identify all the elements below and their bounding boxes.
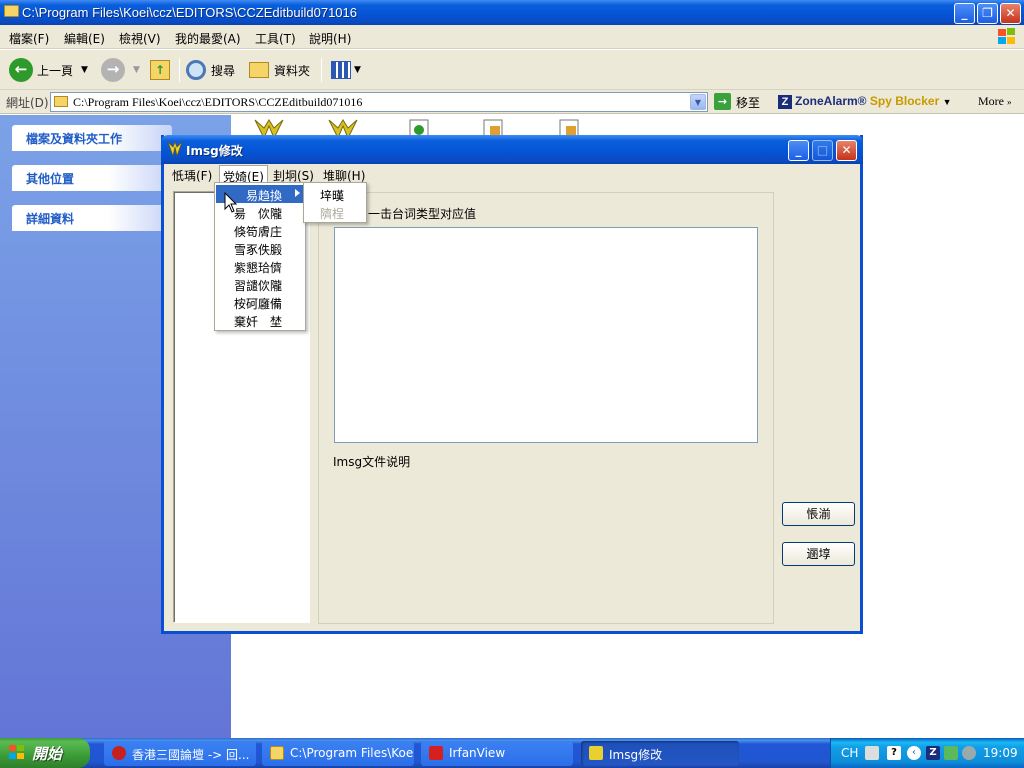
go-button[interactable]: 移至: [736, 94, 760, 111]
volume-icon[interactable]: [962, 746, 976, 760]
value-textarea[interactable]: [334, 227, 758, 443]
address-value: C:\Program Files\Koei\ccz\EDITORS\CCZEdi…: [73, 95, 363, 109]
dialog-menu-search[interactable]: 刲坰(S): [270, 165, 317, 183]
address-input[interactable]: C:\Program Files\Koei\ccz\EDITORS\CCZEdi…: [50, 92, 708, 112]
taskpane-details[interactable]: 詳細資料: [12, 205, 172, 231]
taskbar: 開始 香港三國論壇 -> 回... C:\Program Files\Koei\…: [0, 738, 1024, 768]
menu-item[interactable]: 倏笱膚庄: [216, 221, 304, 239]
up-folder-icon: ↑: [150, 60, 170, 80]
select-button[interactable]: 逦埻: [782, 542, 855, 566]
show-hidden-icons-icon[interactable]: ‹: [907, 746, 921, 760]
submenu: 垶暵 隮桯: [303, 182, 367, 223]
address-dropdown-button[interactable]: ▼: [690, 94, 706, 110]
menu-item[interactable]: 桉砢廱備: [216, 293, 304, 311]
folders-button[interactable]: 資料夾: [249, 57, 310, 83]
task-explorer[interactable]: C:\Program Files\Koei\...: [262, 741, 414, 766]
submenu-arrow-icon: [295, 189, 300, 197]
start-button[interactable]: 開始: [0, 738, 90, 768]
menu-edit[interactable]: 編輯(E): [64, 30, 105, 47]
menu-item[interactable]: 雪豖佚腶: [216, 239, 304, 257]
folders-icon: [249, 62, 269, 78]
dialog-title: Imsg修改: [186, 144, 243, 158]
views-button[interactable]: ▼: [331, 57, 361, 83]
chevron-down-icon: ▼: [133, 65, 140, 75]
restore-button[interactable]: ❐: [977, 3, 998, 24]
chevron-down-icon: ▼: [354, 65, 361, 75]
chevron-down-icon: ▼: [942, 97, 952, 107]
address-label: 網址(D): [6, 96, 49, 110]
dialog-menu-file[interactable]: 忯瑀(F): [169, 165, 215, 183]
menu-item[interactable]: 棄奷 埜: [216, 311, 304, 329]
task-irfanview[interactable]: IrfanView: [421, 741, 573, 766]
menu-file[interactable]: 檔案(F): [9, 30, 49, 47]
dialog-menu-bar: 忯瑀(F) 党婍(E) 刲坰(S) 堆聊(H): [164, 164, 860, 184]
dialog-maximize-button: □: [812, 140, 833, 161]
group-label: 一击台词类型对应值: [368, 207, 477, 221]
menu-item[interactable]: 習譴佽隴: [216, 275, 304, 293]
explorer-menu-bar: 檔案(F) 編輯(E) 檢視(V) 我的最愛(A) 工具(T) 說明(H): [0, 25, 1024, 49]
taskpane-other-places[interactable]: 其他位置: [12, 165, 172, 191]
folder-icon: [54, 96, 68, 107]
dialog-menu-edit[interactable]: 党婍(E): [219, 165, 268, 184]
dialog-menu-help[interactable]: 堆聊(H): [320, 165, 368, 183]
views-icon: [331, 61, 351, 79]
system-tray: CH ? ‹ Z 19:09: [830, 738, 1024, 768]
menu-item[interactable]: 紫懇珨儕: [216, 257, 304, 275]
menu-help[interactable]: 說明(H): [309, 30, 351, 47]
task-imsg[interactable]: Imsg修改: [581, 741, 739, 766]
explorer-toolbar: ← 上一頁 ▼ → ▼ ↑ 搜尋 資料夾 ▼: [0, 50, 1024, 90]
more-button[interactable]: More »: [978, 94, 1012, 109]
save-button[interactable]: 悵湔: [782, 502, 855, 526]
mouse-cursor-icon: [224, 192, 238, 213]
explorer-title: C:\Program Files\Koei\ccz\EDITORS\CCZEdi…: [22, 5, 357, 20]
zonealarm-toolbar[interactable]: Z ZoneAlarm® Spy Blocker ▼: [778, 94, 952, 109]
back-button[interactable]: ← 上一頁 ▼: [9, 57, 88, 83]
back-arrow-icon: ←: [9, 58, 33, 82]
windows-flag-icon: [9, 745, 27, 761]
task-forum[interactable]: 香港三國論壇 -> 回...: [104, 741, 256, 766]
network-icon[interactable]: [944, 746, 958, 760]
forward-button[interactable]: → ▼: [101, 57, 140, 83]
menu-tools[interactable]: 工具(T): [255, 30, 296, 47]
close-button[interactable]: ✕: [1000, 3, 1021, 24]
language-indicator[interactable]: CH: [841, 746, 858, 760]
menu-favorites[interactable]: 我的最愛(A): [175, 30, 241, 47]
zonealarm-icon[interactable]: Z: [926, 746, 940, 760]
dialog-close-button[interactable]: ✕: [836, 140, 857, 161]
folder-icon: [270, 746, 284, 760]
up-folder-button[interactable]: ↑: [150, 57, 170, 83]
dialog-minimize-button[interactable]: _: [788, 140, 809, 161]
irfanview-icon: [429, 746, 443, 760]
forward-arrow-icon: →: [101, 58, 125, 82]
explorer-title-bar[interactable]: C:\Program Files\Koei\ccz\EDITORS\CCZEdi…: [0, 0, 1024, 25]
app-icon: [167, 141, 183, 157]
dialog-title-bar[interactable]: Imsg修改 _ □ ✕: [161, 135, 863, 164]
submenu-item-disabled: 隮桯: [320, 207, 345, 221]
description-label: Imsg文件说明: [333, 455, 411, 469]
help-icon[interactable]: ?: [887, 746, 901, 760]
go-arrow-icon[interactable]: →: [714, 93, 731, 110]
search-button[interactable]: 搜尋: [186, 57, 235, 83]
menu-view[interactable]: 檢視(V): [119, 30, 161, 47]
chevron-down-icon: ▼: [81, 65, 88, 75]
minimize-button[interactable]: _: [954, 3, 975, 24]
keyboard-icon[interactable]: [865, 746, 879, 760]
address-bar: 網址(D) C:\Program Files\Koei\ccz\EDITORS\…: [0, 90, 1024, 114]
folder-icon: [4, 5, 19, 17]
app-icon: [589, 746, 603, 760]
taskpane-file-folder-tasks[interactable]: 檔案及資料夾工作: [12, 125, 172, 151]
clock[interactable]: 19:09: [983, 746, 1018, 760]
search-icon: [186, 60, 206, 80]
opera-icon: [112, 746, 126, 760]
zonealarm-icon: Z: [778, 95, 792, 109]
submenu-item[interactable]: 垶暵: [320, 187, 344, 204]
windows-logo-icon: [996, 27, 1018, 46]
